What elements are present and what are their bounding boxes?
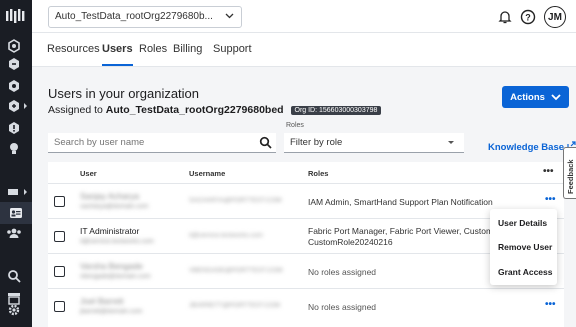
gear-icon[interactable]	[6, 302, 22, 318]
network-icon[interactable]	[6, 184, 22, 200]
user-name: IT Administrator	[80, 226, 140, 236]
logo-icon[interactable]	[5, 8, 27, 26]
roles-filter-label: Roles	[286, 122, 304, 129]
user-name: Joel Barrett	[80, 296, 124, 306]
chevron-down-icon	[551, 93, 561, 100]
hexagon-icon[interactable]	[6, 98, 22, 114]
feedback-tab[interactable]: Feedback	[563, 147, 576, 199]
roles-cell: IAM Admin, SmartHand Support Plan Notifi…	[308, 197, 493, 207]
table-row[interactable]: IT Administrator it@service.testworks.co…	[48, 219, 564, 254]
tab-bar: Resources Users Roles Billing Support	[32, 33, 576, 67]
search-icon[interactable]	[259, 136, 272, 149]
table-row[interactable]: Varsha Bengade vbengade@domain.com VBENG…	[48, 254, 564, 289]
menu-item-remove-user[interactable]: Remove User	[498, 242, 552, 252]
org-id-badge: Org ID: 156603000303798	[290, 105, 382, 115]
expand-caret-icon	[24, 189, 27, 195]
roles-cell: No roles assigned	[308, 302, 377, 312]
user-name: Varsha Bengade	[80, 261, 143, 271]
row-checkbox[interactable]	[54, 196, 65, 207]
column-header-user[interactable]: User	[80, 169, 97, 178]
row-checkbox[interactable]	[54, 266, 65, 277]
tab-support[interactable]: Support	[213, 43, 252, 55]
left-nav-rail	[0, 0, 32, 327]
hexagon-icon[interactable]	[6, 56, 22, 72]
org-name: Auto_TestData_rootOrg2279680bed	[105, 104, 284, 116]
team-icon[interactable]	[6, 225, 22, 241]
help-icon[interactable]: ?	[520, 9, 536, 25]
alert-icon[interactable]	[6, 120, 22, 136]
expand-caret-icon	[24, 103, 27, 109]
search-field[interactable]	[48, 133, 276, 153]
role-filter-value: Filter by role	[290, 137, 343, 148]
cloud-icon[interactable]	[6, 38, 22, 54]
user-email: jbarrett@domain.com	[80, 308, 143, 315]
actions-button-label: Actions	[510, 91, 545, 103]
actions-button[interactable]: Actions	[502, 86, 569, 108]
table-row[interactable]: Sanjay Acharya sacharya@domain.com SACHA…	[48, 184, 564, 219]
role-filter-select[interactable]: Filter by role	[284, 133, 464, 153]
row-more-menu-icon[interactable]: •••	[545, 194, 556, 205]
row-checkbox[interactable]	[54, 301, 65, 312]
tab-resources[interactable]: Resources	[47, 43, 100, 55]
table-header: User Username Roles •••	[48, 162, 564, 184]
id-card-icon[interactable]	[0, 202, 32, 224]
username-cell: VBENGADE@PORTTEST.COM	[189, 267, 283, 274]
chevron-down-icon	[225, 13, 234, 19]
user-email: it@service.testworks.com	[80, 238, 154, 245]
org-selector[interactable]: Auto_TestData_rootOrg2279680b...	[48, 6, 242, 28]
column-header-username[interactable]: Username	[189, 169, 225, 178]
username-cell: SACHARYA@PORTTEST.COM	[189, 197, 282, 204]
search-input[interactable]	[54, 137, 244, 148]
page-subtitle: Assigned to Auto_TestData_rootOrg2279680…	[48, 104, 382, 116]
svg-text:?: ?	[525, 13, 531, 23]
user-email: vbengade@domain.com	[80, 273, 151, 280]
dropdown-arrow-icon	[448, 141, 454, 144]
tab-billing[interactable]: Billing	[173, 43, 202, 55]
header-more-menu-icon[interactable]: •••	[543, 166, 554, 177]
knowledge-base-label: Knowledge Base	[488, 142, 565, 153]
user-name: Sanjay Acharya	[80, 191, 140, 201]
main-content: Users in your organization Assigned to A…	[32, 68, 576, 327]
user-email: sacharya@domain.com	[80, 203, 149, 210]
roles-cell: Fabric Port Manager, Fabric Port Viewer,…	[308, 226, 494, 247]
username-cell: it@service.testworks.com	[189, 232, 263, 239]
username-cell: JBARRETT@PORTTEST.COM	[189, 302, 280, 309]
tab-roles[interactable]: Roles	[139, 43, 167, 55]
app-root: Auto_TestData_rootOrg2279680b... ? JM Re…	[0, 0, 576, 327]
header-actions: ? JM	[498, 5, 566, 29]
avatar[interactable]: JM	[544, 6, 566, 28]
lightbulb-icon[interactable]	[6, 140, 22, 156]
page-title: Users in your organization	[48, 86, 200, 101]
search-icon[interactable]	[6, 268, 22, 284]
feedback-label: Feedback	[566, 159, 575, 194]
menu-item-grant-access[interactable]: Grant Access	[498, 267, 553, 277]
row-more-menu-icon[interactable]: •••	[545, 299, 556, 310]
menu-item-user-details[interactable]: User Details	[498, 218, 547, 228]
row-actions-menu: User Details Remove User Grant Access	[490, 209, 557, 285]
tab-users[interactable]: Users	[102, 43, 133, 66]
subtitle-prefix: Assigned to	[48, 104, 106, 116]
column-header-roles[interactable]: Roles	[308, 169, 328, 178]
table-row[interactable]: Joel Barrett jbarrett@domain.com JBARRET…	[48, 289, 564, 324]
bell-icon[interactable]	[498, 10, 512, 24]
org-selector-label: Auto_TestData_rootOrg2279680b...	[55, 11, 213, 22]
roles-cell: No roles assigned	[308, 267, 377, 277]
hexagon-icon[interactable]	[6, 78, 22, 94]
row-checkbox[interactable]	[54, 231, 65, 242]
top-header: Auto_TestData_rootOrg2279680b... ? JM	[32, 0, 576, 33]
users-table: User Username Roles ••• Sanjay Acharya s…	[48, 162, 564, 327]
